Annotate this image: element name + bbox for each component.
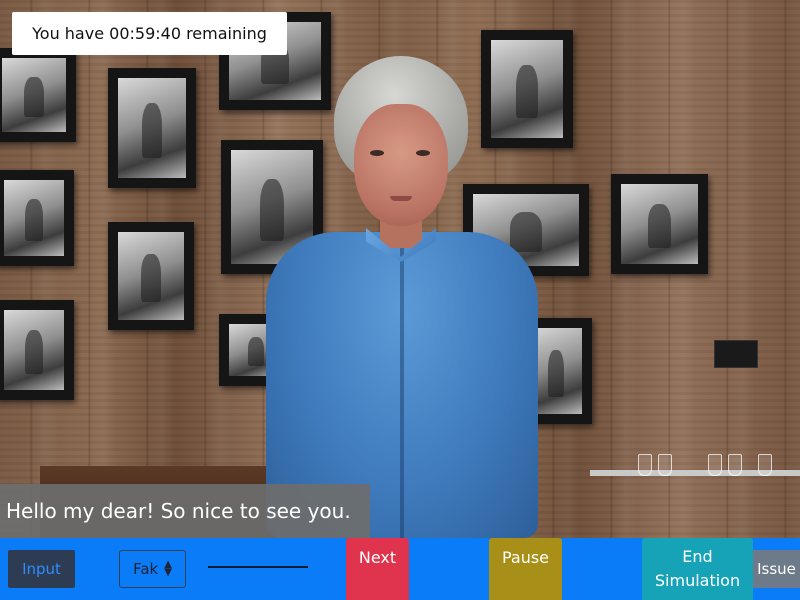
wall-photo-frame xyxy=(0,170,74,266)
select-arrows-icon: ▲ ▼ xyxy=(164,559,172,578)
wine-glass xyxy=(708,454,722,476)
volume-slider[interactable] xyxy=(208,566,308,568)
voice-select-value: Fak xyxy=(133,560,159,578)
simulation-scene xyxy=(0,0,800,538)
wine-glass xyxy=(758,454,772,476)
control-bar: Input Fak ▲ ▼ Next Pause End Simulation I… xyxy=(0,538,800,600)
report-issue-button[interactable]: Issue xyxy=(753,550,800,588)
wine-glass xyxy=(638,454,652,476)
avatar-character xyxy=(258,52,548,538)
wall-switch-plate xyxy=(714,340,758,368)
voice-select[interactable]: Fak ▲ ▼ xyxy=(119,550,186,588)
wall-photo-frame xyxy=(611,174,708,274)
wall-photo-frame xyxy=(108,222,194,330)
input-button[interactable]: Input xyxy=(8,550,75,588)
time-remaining-banner: You have 00:59:40 remaining xyxy=(12,12,287,55)
avatar-face xyxy=(354,104,448,226)
next-button[interactable]: Next xyxy=(346,538,409,600)
pause-button[interactable]: Pause xyxy=(489,538,562,600)
wall-photo-frame xyxy=(108,68,196,188)
end-simulation-button[interactable]: End Simulation xyxy=(642,538,753,600)
wall-photo-frame xyxy=(0,48,76,142)
dialogue-subtitle: Hello my dear! So nice to see you. xyxy=(0,484,370,538)
wall-photo-frame xyxy=(0,300,74,400)
wine-glass xyxy=(658,454,672,476)
wine-glass xyxy=(728,454,742,476)
bar-cart xyxy=(590,454,800,538)
